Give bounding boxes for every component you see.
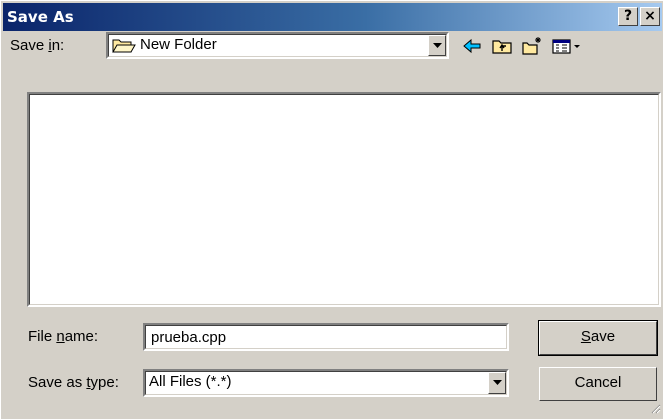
create-new-folder-icon[interactable]	[521, 35, 543, 57]
file-list-pane[interactable]	[27, 92, 661, 307]
up-one-level-icon[interactable]	[491, 35, 513, 57]
window-title: Save As	[7, 8, 74, 26]
save-in-value: New Folder	[140, 36, 217, 53]
title-bar[interactable]: Save As ? ×	[3, 3, 662, 31]
save-in-dropdown[interactable]: New Folder	[106, 32, 449, 59]
file-name-label-post: ame:	[64, 328, 99, 345]
file-name-label-pre: File	[28, 328, 57, 345]
save-in-label-pre: Save	[10, 37, 49, 54]
save-as-dialog: Save As ? × Save in: New Folder File nam…	[0, 0, 663, 419]
save-as-type-label-pre: Save as	[28, 374, 87, 391]
save-as-type-label-post: ype:	[90, 374, 119, 391]
close-button[interactable]: ×	[640, 7, 660, 26]
save-button-label: ave	[590, 328, 616, 345]
save-button-accel: S	[580, 328, 591, 345]
chevron-down-icon	[433, 43, 442, 48]
back-arrow-icon[interactable]	[461, 35, 483, 57]
cancel-button[interactable]: Cancel	[539, 367, 657, 401]
view-menu-icon[interactable]	[551, 35, 583, 57]
chevron-down-icon	[493, 380, 502, 385]
file-name-input[interactable]	[145, 325, 507, 349]
save-in-label-post: n:	[51, 37, 65, 54]
save-in-label: Save in:	[10, 37, 64, 54]
file-name-label-accel: n	[56, 328, 65, 345]
save-button[interactable]: Save	[538, 320, 658, 356]
save-as-type-value: All Files (*.*)	[149, 373, 232, 390]
resize-grip-icon[interactable]	[649, 401, 661, 417]
file-name-field-frame	[143, 323, 509, 351]
file-name-label: File name:	[28, 328, 98, 345]
file-list-frame	[29, 94, 659, 305]
folder-open-icon	[112, 37, 136, 57]
save-as-type-label: Save as type:	[28, 374, 119, 391]
save-as-type-dropdown-arrow[interactable]	[488, 372, 506, 394]
help-button[interactable]: ?	[618, 7, 638, 26]
save-in-dropdown-arrow[interactable]	[428, 35, 446, 56]
save-as-type-dropdown[interactable]: All Files (*.*)	[143, 369, 509, 397]
